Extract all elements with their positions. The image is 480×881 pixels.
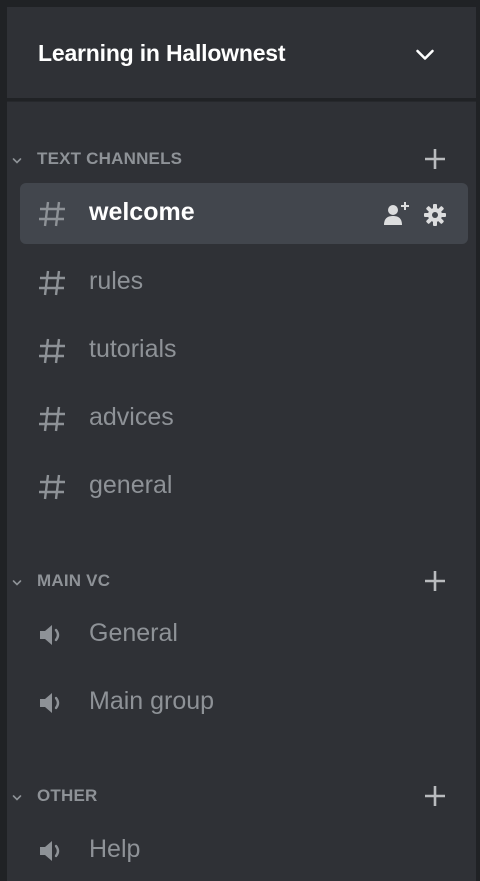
channel-label: Main group bbox=[89, 687, 215, 715]
chevron-down-icon bbox=[12, 580, 22, 586]
plus-icon[interactable] bbox=[423, 784, 447, 808]
channel-welcome[interactable]: welcome bbox=[20, 183, 468, 244]
chevron-down-icon[interactable] bbox=[413, 43, 437, 67]
hash-icon bbox=[39, 474, 65, 500]
channel-label: tutorials bbox=[89, 335, 177, 363]
voice-channel-help[interactable]: Help bbox=[20, 820, 468, 881]
channel-label: Help bbox=[89, 835, 141, 863]
invite-icon[interactable] bbox=[383, 201, 413, 227]
channel-tutorials[interactable]: tutorials bbox=[20, 320, 468, 381]
channel-label: welcome bbox=[89, 198, 195, 226]
speaker-icon bbox=[40, 625, 60, 645]
server-header[interactable]: Learning in Hallownest bbox=[7, 7, 476, 101]
gear-icon[interactable] bbox=[423, 203, 447, 227]
server-name: Learning in Hallownest bbox=[38, 40, 286, 66]
hash-icon bbox=[39, 406, 65, 432]
channel-label: general bbox=[89, 471, 173, 499]
channel-label: rules bbox=[89, 267, 144, 295]
channel-sidebar: Learning in Hallownest TEXT CHANNELS wel… bbox=[7, 7, 476, 881]
chevron-down-icon bbox=[12, 795, 22, 801]
hash-icon bbox=[39, 338, 65, 364]
channel-rules[interactable]: rules bbox=[20, 252, 468, 313]
category-label: MAIN VC bbox=[37, 571, 111, 590]
channel-advices[interactable]: advices bbox=[20, 388, 468, 449]
category-text-channels[interactable]: TEXT CHANNELS bbox=[7, 142, 476, 178]
channel-general[interactable]: general bbox=[20, 456, 468, 517]
speaker-icon bbox=[40, 693, 60, 713]
speaker-icon bbox=[40, 841, 60, 861]
plus-icon[interactable] bbox=[423, 569, 447, 593]
chevron-down-icon bbox=[12, 158, 22, 164]
voice-channel-general[interactable]: General bbox=[20, 604, 468, 665]
category-other[interactable]: OTHER bbox=[7, 779, 476, 815]
hash-icon bbox=[39, 270, 65, 296]
category-main-vc[interactable]: MAIN VC bbox=[7, 564, 476, 600]
category-label: OTHER bbox=[37, 786, 98, 805]
plus-icon[interactable] bbox=[423, 147, 447, 171]
category-label: TEXT CHANNELS bbox=[37, 149, 183, 168]
hash-icon bbox=[39, 201, 65, 227]
channel-label: General bbox=[89, 619, 178, 647]
channel-label: advices bbox=[89, 403, 174, 431]
voice-channel-main-group[interactable]: Main group bbox=[20, 672, 468, 733]
